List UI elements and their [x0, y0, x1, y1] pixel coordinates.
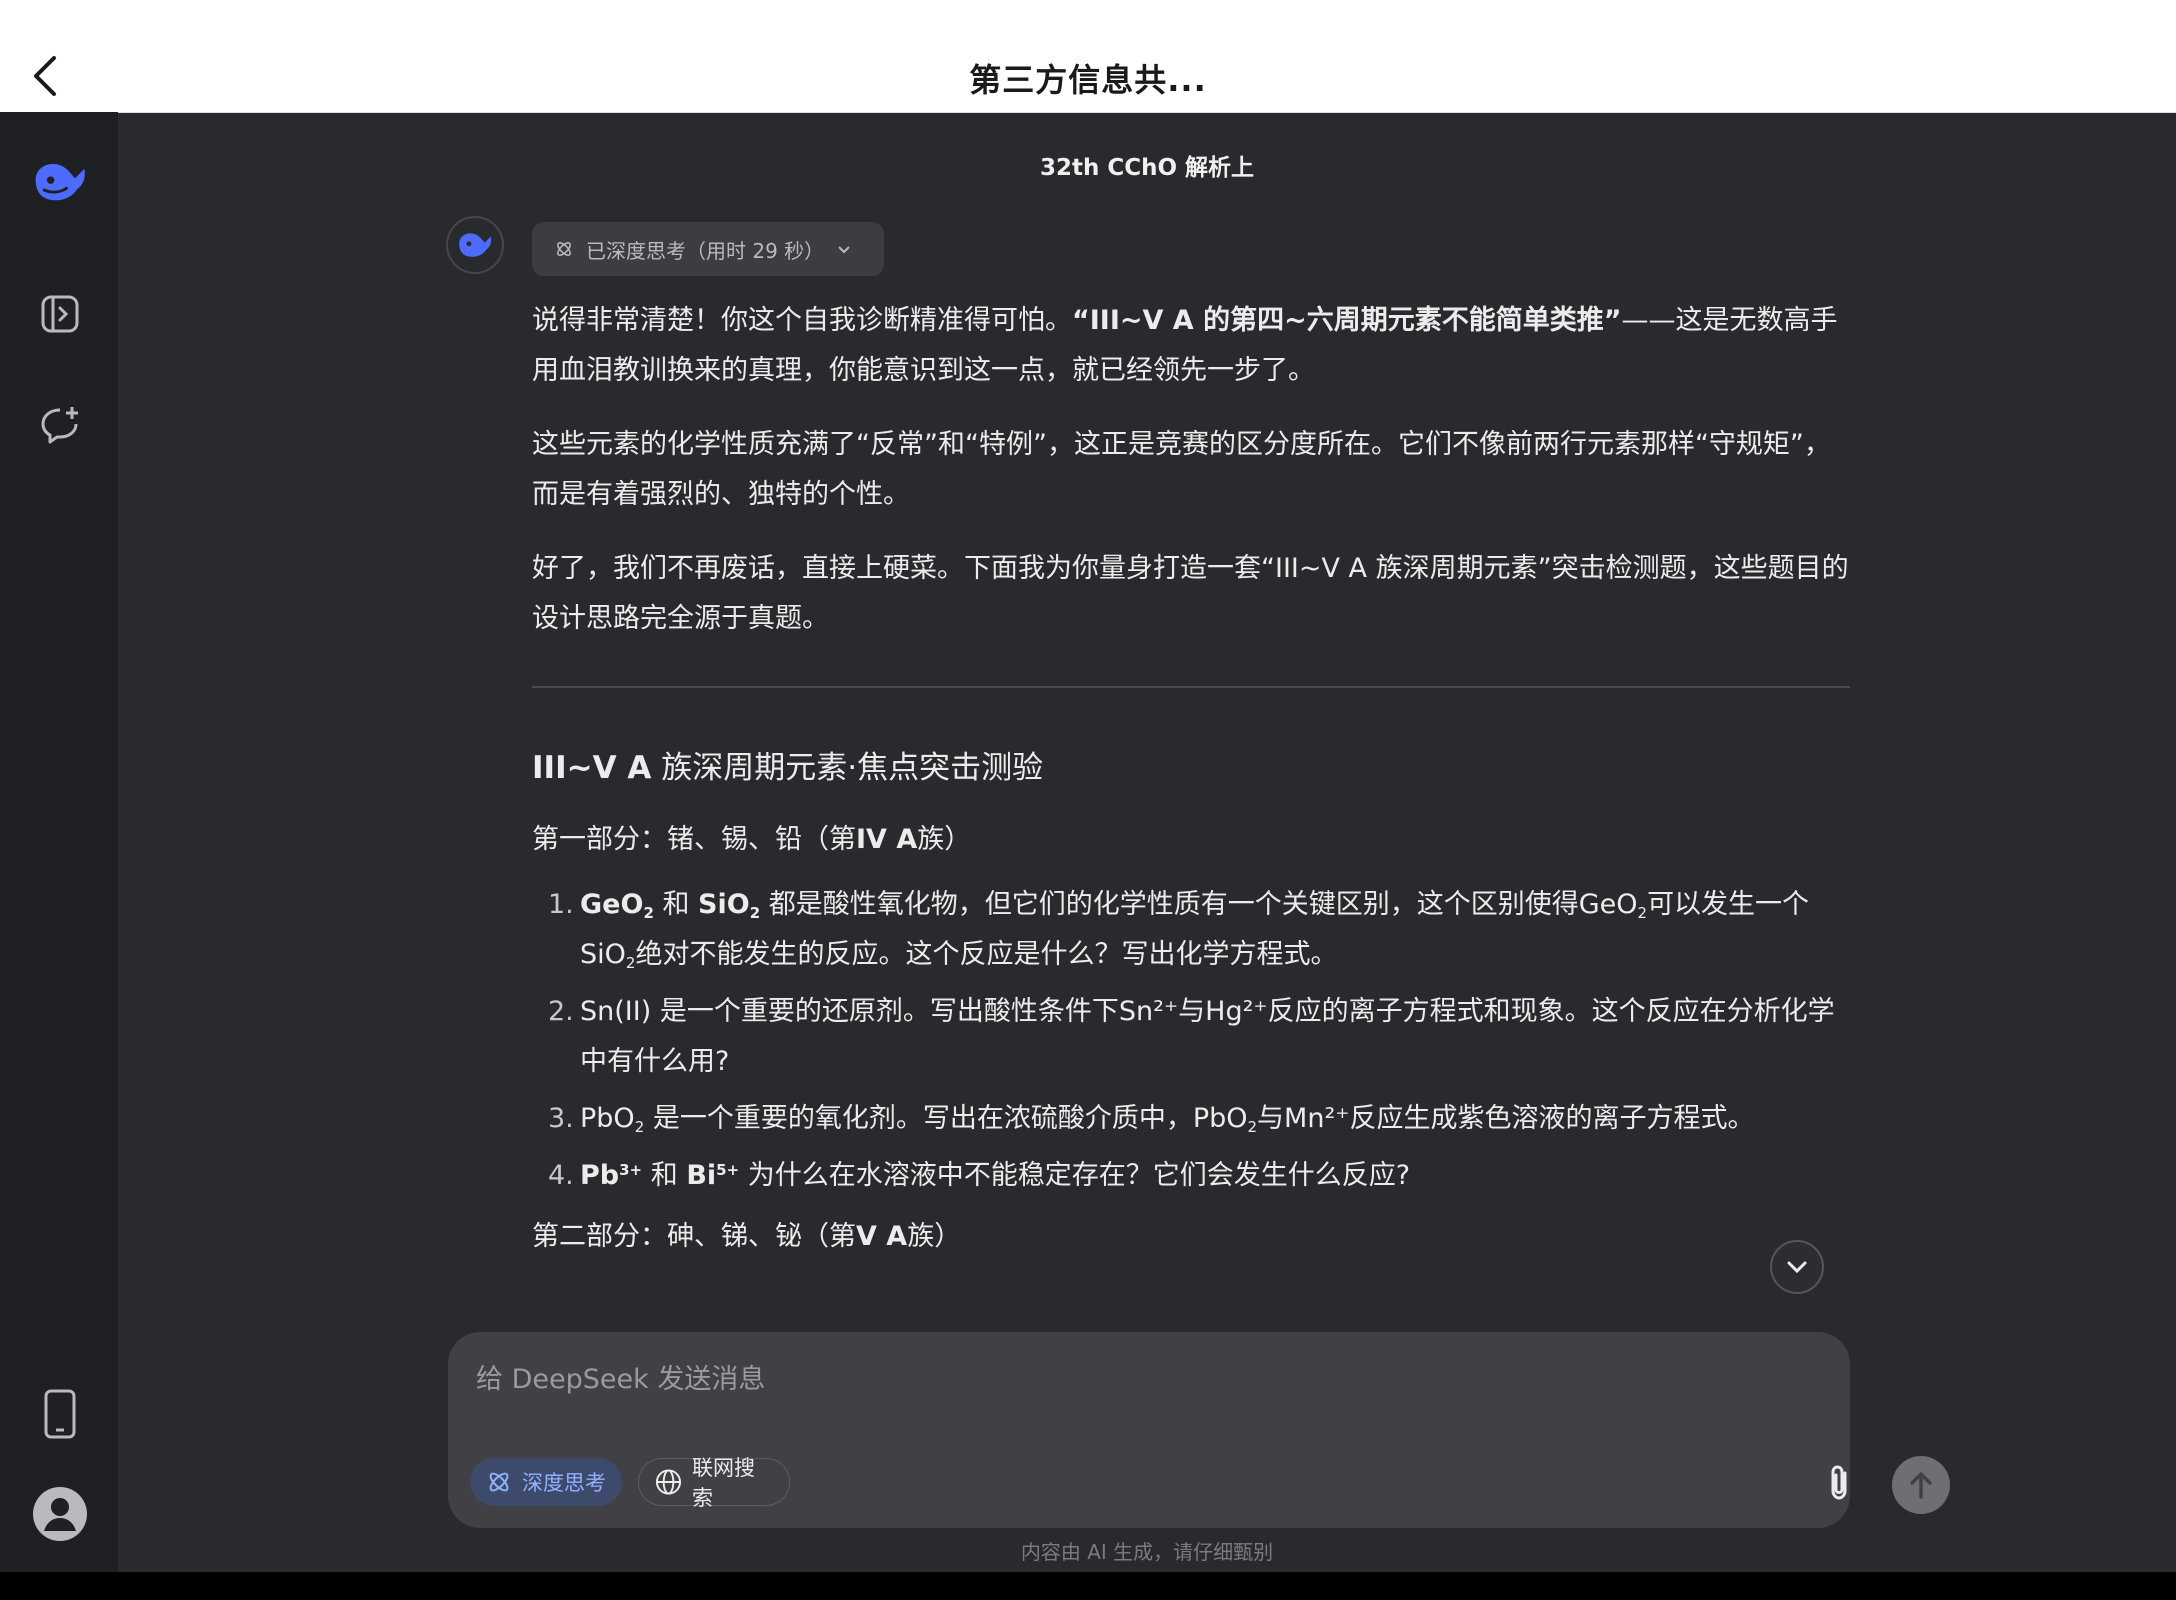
message-paragraph: 好了，我们不再废话，直接上硬菜。下面我为你量身打造一套“III~V A 族深周期… [532, 553, 1849, 634]
web-search-label: 联网搜索 [692, 1456, 755, 1510]
globe-icon [655, 1469, 682, 1495]
top-bar: 第三方信息共... [0, 0, 2176, 113]
ai-disclaimer: 内容由 AI 生成，请仔细甄别 [1020, 1540, 1274, 1564]
assistant-message: 说得非常清楚！你这个自我诊断精准得可怕。“III~V A 的第四~六周期元素不能… [532, 296, 1850, 1277]
deepseek-logo-icon[interactable] [30, 152, 90, 212]
thinking-label: 已深度思考（用时 29 秒） [586, 238, 825, 263]
attach-file-button[interactable] [1814, 1458, 1864, 1508]
system-nav-bar [0, 1572, 2176, 1600]
deepseek-whale-icon [459, 233, 492, 257]
quiz-heading: III~V A 族深周期元素·焦点突击测验 [532, 750, 1044, 786]
paperclip-icon [1831, 1465, 1847, 1500]
new-chat-icon[interactable] [30, 396, 90, 456]
section-heading-part2: 第二部分：砷、锑、铋（第V A族） [532, 1221, 962, 1252]
message-paragraph: 这些元素的化学性质充满了“反常”和“特例”，这正是竞赛的区分度所在。它们不像前两… [532, 429, 1831, 510]
list-item: 3. PbO2 是一个重要的氧化剂。写出在浓硫酸介质中，PbO2与Mn²⁺反应生成… [548, 1103, 1755, 1136]
list-item: 4. Pb3+ 和 Bi5+ 为什么在水溶液中不能稳定存在？它们会发生什么反应? [548, 1160, 1411, 1191]
chevron-down-icon [1787, 1261, 1807, 1274]
atom-icon [489, 1472, 509, 1492]
sidebar [0, 112, 118, 1572]
arrow-up-icon [1910, 1472, 1932, 1499]
page-title: 第三方信息共... [969, 61, 1207, 99]
sidebar-toggle-icon[interactable] [30, 284, 90, 344]
deep-think-toggle[interactable]: 深度思考 [470, 1458, 622, 1506]
divider [532, 686, 1850, 688]
list-item: 1. GeO2 和 SiO2 都是酸性氧化物，但它们的化学性质有一个关键区别，这个… [548, 889, 1810, 972]
message-input[interactable] [474, 1358, 1778, 1400]
message-composer: 深度思考 联网搜索 [448, 1332, 1950, 1528]
chat-area: 32th CChO 解析上 已深度思考（用时 29 秒） 说得非常清楚！你这个自… [118, 112, 2176, 1572]
user-avatar-icon[interactable] [30, 1484, 90, 1544]
atom-icon [557, 242, 571, 256]
deep-thinking-toggle[interactable]: 已深度思考（用时 29 秒） [532, 222, 884, 276]
conversation-title: 32th CChO 解析上 [1039, 155, 1255, 181]
web-search-toggle[interactable]: 联网搜索 [638, 1456, 790, 1510]
question-list: 1. GeO2 和 SiO2 都是酸性氧化物，但它们的化学性质有一个关键区别，这个… [532, 880, 1850, 1201]
section-heading-part1: 第一部分：锗、锡、铅（第IV A族） [532, 824, 972, 855]
list-item: 2. Sn(II) 是一个重要的还原剂。写出酸性条件下Sn²⁺与Hg²⁺反应的离子… [548, 996, 1835, 1077]
send-button[interactable] [1892, 1456, 1950, 1514]
message-paragraph: 说得非常清楚！你这个自我诊断精准得可怕。“III~V A 的第四~六周期元素不能… [532, 305, 1838, 386]
deep-think-label: 深度思考 [522, 1471, 606, 1495]
chevron-down-icon [838, 246, 850, 254]
scroll-to-bottom-button[interactable] [1770, 1240, 1824, 1294]
assistant-avatar [446, 216, 504, 274]
mobile-app-icon[interactable] [30, 1384, 90, 1444]
